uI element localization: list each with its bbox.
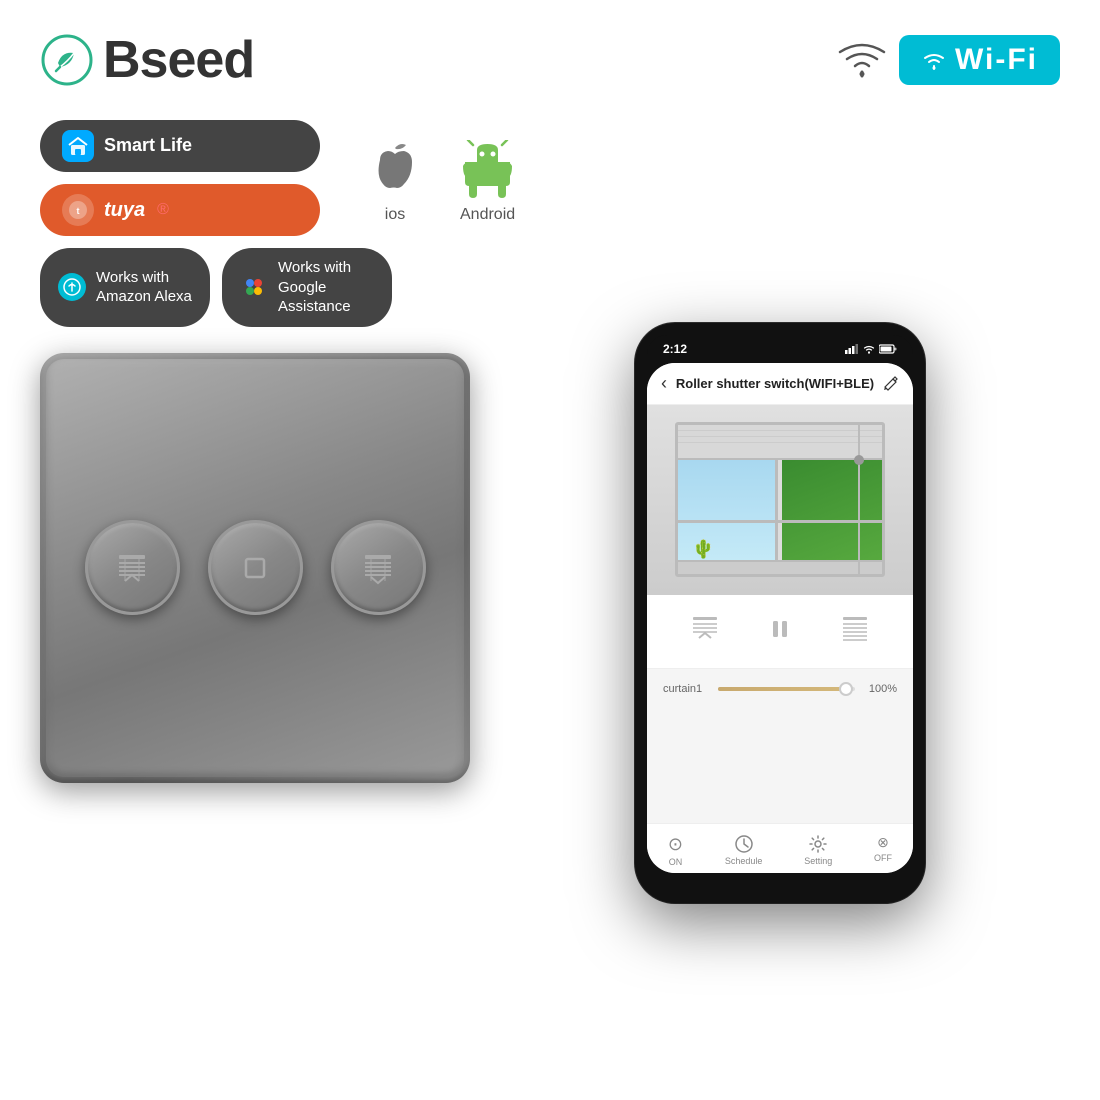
tuya-icon: t [67,199,89,221]
slider-thumb [839,682,853,696]
logo-area: Bseed [40,30,254,90]
shutter-stop-icon [236,549,274,587]
slider-track[interactable] [718,687,855,691]
alexa-icon [58,273,86,301]
wifi-status-icon [863,344,875,354]
ctrl-pause[interactable] [764,613,796,650]
alexa-svg [63,278,81,296]
platform-icons: ios Android [370,140,515,224]
signal-icon [845,344,859,354]
main-content: 2:12 [40,343,1060,1071]
curtain-value: 100% [865,683,897,695]
wifi-area: Wi-Fi [837,35,1060,85]
phone-time: 2:12 [663,342,687,356]
nav-on[interactable]: ⊙ ON [668,834,683,867]
smart-life-label: Smart Life [104,135,192,157]
header: Bseed Wi-Fi [40,30,1060,90]
tuya-badge: t tuya ® [40,184,320,236]
google-svg [242,275,266,299]
switch-btn-stop[interactable] [208,520,303,615]
setting-label: Setting [804,856,832,866]
wifi-badge-icon [921,49,947,71]
slider-row: curtain1 100% [647,669,913,709]
ctrl-open[interactable] [689,613,721,650]
controls-row [647,595,913,669]
schedule-label: Schedule [725,856,763,866]
brand-name: Bseed [103,30,254,90]
svg-text:t: t [77,206,80,216]
android-platform: Android [460,140,515,224]
smart-life-badge: Smart Life [40,120,320,172]
google-badge: Works withGoogle Assistance [222,248,392,327]
tuya-trademark: ® [157,201,169,219]
battery-icon [879,344,897,354]
switch-btn-up[interactable] [85,520,180,615]
phone-screen: ‹ Roller shutter switch(WIFI+BLE) [647,363,913,873]
shutter-up-icon [111,547,153,589]
wifi-badge: Wi-Fi [899,35,1060,85]
on-icon: ⊙ [668,834,683,855]
app-header: ‹ Roller shutter switch(WIFI+BLE) [647,363,913,405]
wifi-label: Wi-Fi [955,43,1038,77]
google-icon [240,273,268,301]
phone-mockup: 2:12 [500,323,1060,1071]
phone-outer: 2:12 [635,323,925,903]
nav-setting[interactable]: Setting [804,834,832,867]
slider-fill [718,687,848,691]
nav-schedule[interactable]: Schedule [725,834,763,867]
apple-icon [370,140,420,200]
shutter-down-icon [357,547,399,589]
ios-platform: ios [370,140,420,224]
schedule-icon [734,834,754,854]
alexa-text: Works withAmazon Alexa [96,268,192,307]
tuya-label: tuya [104,198,145,222]
bottom-nav: ⊙ ON Schedule [647,823,913,873]
phone-status-bar: 2:12 [647,335,913,363]
buttons-row [85,520,426,615]
settings-icon [808,834,828,854]
off-label: OFF [874,853,892,863]
android-icon [460,140,515,200]
switch-panel [40,353,470,783]
wifi-icon [837,40,887,80]
curtain-label: curtain1 [663,683,708,695]
android-label: Android [460,206,515,224]
switch-btn-down[interactable] [331,520,426,615]
bseed-logo-icon [40,33,95,88]
ctrl-pause-icon [764,613,796,645]
app-title: Roller shutter switch(WIFI+BLE) [676,376,874,391]
window-illustration: 🌵 [647,405,913,595]
smart-life-icon [67,135,89,157]
phone-status-icons [845,344,897,354]
edit-icon[interactable] [883,375,899,391]
on-label: ON [669,857,683,867]
ios-label: ios [385,206,405,224]
ctrl-close[interactable] [839,613,871,650]
alexa-badge: Works withAmazon Alexa [40,248,210,327]
back-button[interactable]: ‹ [661,373,667,394]
nav-off[interactable]: ⊗ OFF [874,834,892,867]
ctrl-open-icon [689,613,721,645]
google-text: Works withGoogle Assistance [278,258,374,317]
off-icon: ⊗ [877,834,889,851]
page-container: Bseed Wi-Fi [0,0,1100,1100]
ctrl-close-icon [839,613,871,645]
